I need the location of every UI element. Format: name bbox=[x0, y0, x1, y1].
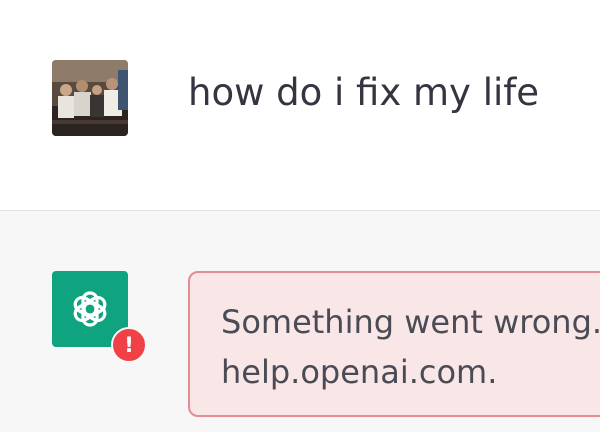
user-avatar bbox=[52, 60, 128, 136]
help-link[interactable]: help.openai.com. bbox=[221, 347, 600, 397]
assistant-message-row: ! Something went wrong. help.openai.com. bbox=[0, 211, 600, 432]
user-message-text: how do i fix my life bbox=[188, 71, 540, 114]
error-message-text: Something went wrong. bbox=[221, 303, 600, 341]
openai-logo-icon bbox=[73, 291, 107, 327]
chat-page: how do i fix my life ! Something went wr… bbox=[0, 0, 600, 432]
user-photo-icon bbox=[52, 60, 128, 136]
error-message-box: Something went wrong. help.openai.com. bbox=[188, 271, 600, 417]
user-message-row: how do i fix my life bbox=[0, 0, 600, 211]
error-alert-icon: ! bbox=[111, 327, 147, 363]
